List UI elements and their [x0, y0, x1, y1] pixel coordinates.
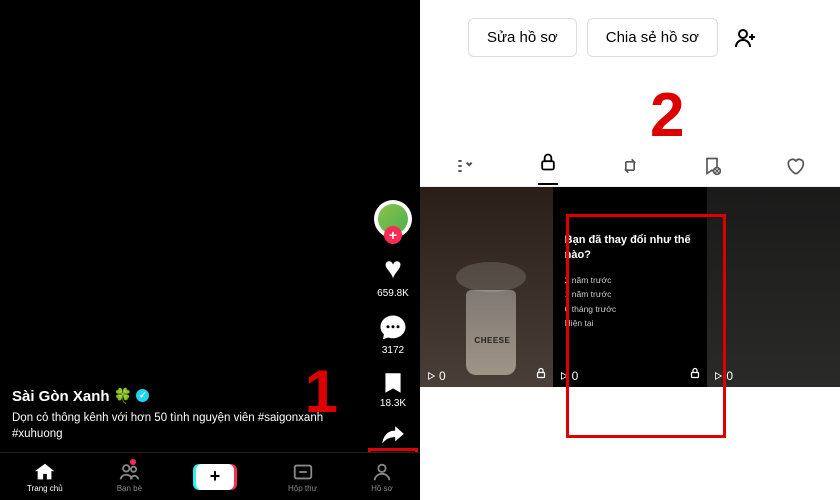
- action-sidebar: + ♥ 659.8K 3172 18.3K 4286: [374, 200, 412, 462]
- video-thumb-1[interactable]: CHEESE 0: [420, 187, 553, 387]
- nav-home[interactable]: Trang chủ: [27, 461, 63, 493]
- add-friend-button[interactable]: [728, 20, 764, 56]
- bookmark-tab-icon: [702, 156, 722, 176]
- inbox-icon: [292, 461, 314, 483]
- share-profile-button[interactable]: Chia sẻ hồ sơ: [587, 18, 718, 57]
- verified-badge-icon: ✓: [136, 389, 149, 402]
- annotation-highlight-2: [566, 214, 726, 438]
- like-count: 659.8K: [377, 288, 409, 299]
- creator-avatar[interactable]: +: [374, 200, 412, 238]
- username[interactable]: Sài Gòn Xanh 🍀 ✓: [12, 387, 149, 405]
- nav-friends[interactable]: Bạn bè: [117, 461, 142, 493]
- lock-mini-icon: [535, 367, 547, 382]
- share-icon: [380, 423, 406, 449]
- profile-screen: Sửa hồ sơ Chia sẻ hồ sơ 2 CHEESE: [420, 0, 840, 500]
- nav-profile[interactable]: Hồ sơ: [371, 461, 393, 493]
- plus-icon: +: [210, 466, 221, 487]
- bookmark-icon: [380, 370, 406, 396]
- profile-buttons: Sửa hồ sơ Chia sẻ hồ sơ: [420, 0, 840, 61]
- bookmark-count: 18.3K: [380, 398, 406, 409]
- sort-icon: [455, 156, 475, 176]
- heart-tab-icon: [785, 156, 805, 176]
- bottom-nav: Trang chủ Bạn bè + Hộp thư Hồ sơ: [0, 452, 420, 500]
- add-friend-icon: [734, 26, 758, 50]
- profile-icon: [371, 461, 393, 483]
- comment-count: 3172: [382, 345, 404, 356]
- lock-icon: [538, 152, 558, 172]
- follow-plus-icon[interactable]: +: [384, 226, 402, 244]
- feed-screen: + ♥ 659.8K 3172 18.3K 4286 Sài Gòn Xanh …: [0, 0, 420, 500]
- play-icon: [426, 371, 436, 381]
- tab-liked[interactable]: [785, 156, 805, 181]
- tab-repost[interactable]: [620, 156, 640, 181]
- cup-graphic: CHEESE: [466, 290, 516, 375]
- tab-feed[interactable]: [455, 156, 475, 181]
- comment-button[interactable]: 3172: [378, 313, 408, 356]
- heart-icon: ♥: [384, 252, 402, 286]
- home-icon: [34, 461, 56, 483]
- annotation-step-2: 2: [650, 80, 684, 151]
- video-caption: Sài Gòn Xanh 🍀 ✓ Dọn cỏ thông kênh với h…: [12, 387, 350, 442]
- nav-create[interactable]: +: [196, 464, 234, 490]
- like-button[interactable]: ♥ 659.8K: [377, 252, 409, 299]
- tab-private[interactable]: [538, 152, 558, 185]
- bookmark-button[interactable]: 18.3K: [380, 370, 406, 409]
- profile-tabs: [420, 151, 840, 187]
- video-thumb-3[interactable]: 0: [707, 187, 840, 387]
- view-count: 0: [426, 369, 446, 383]
- edit-profile-button[interactable]: Sửa hồ sơ: [468, 18, 577, 57]
- repost-icon: [620, 156, 640, 176]
- notification-dot-icon: [130, 459, 136, 465]
- nav-inbox[interactable]: Hộp thư: [288, 461, 317, 493]
- annotation-step-1: 1: [305, 357, 338, 426]
- tab-saved[interactable]: [702, 156, 722, 181]
- comment-icon: [378, 313, 408, 343]
- caption-text: Dọn cỏ thông kênh với hơn 50 tình nguyện…: [12, 410, 350, 442]
- friends-icon: [118, 461, 140, 483]
